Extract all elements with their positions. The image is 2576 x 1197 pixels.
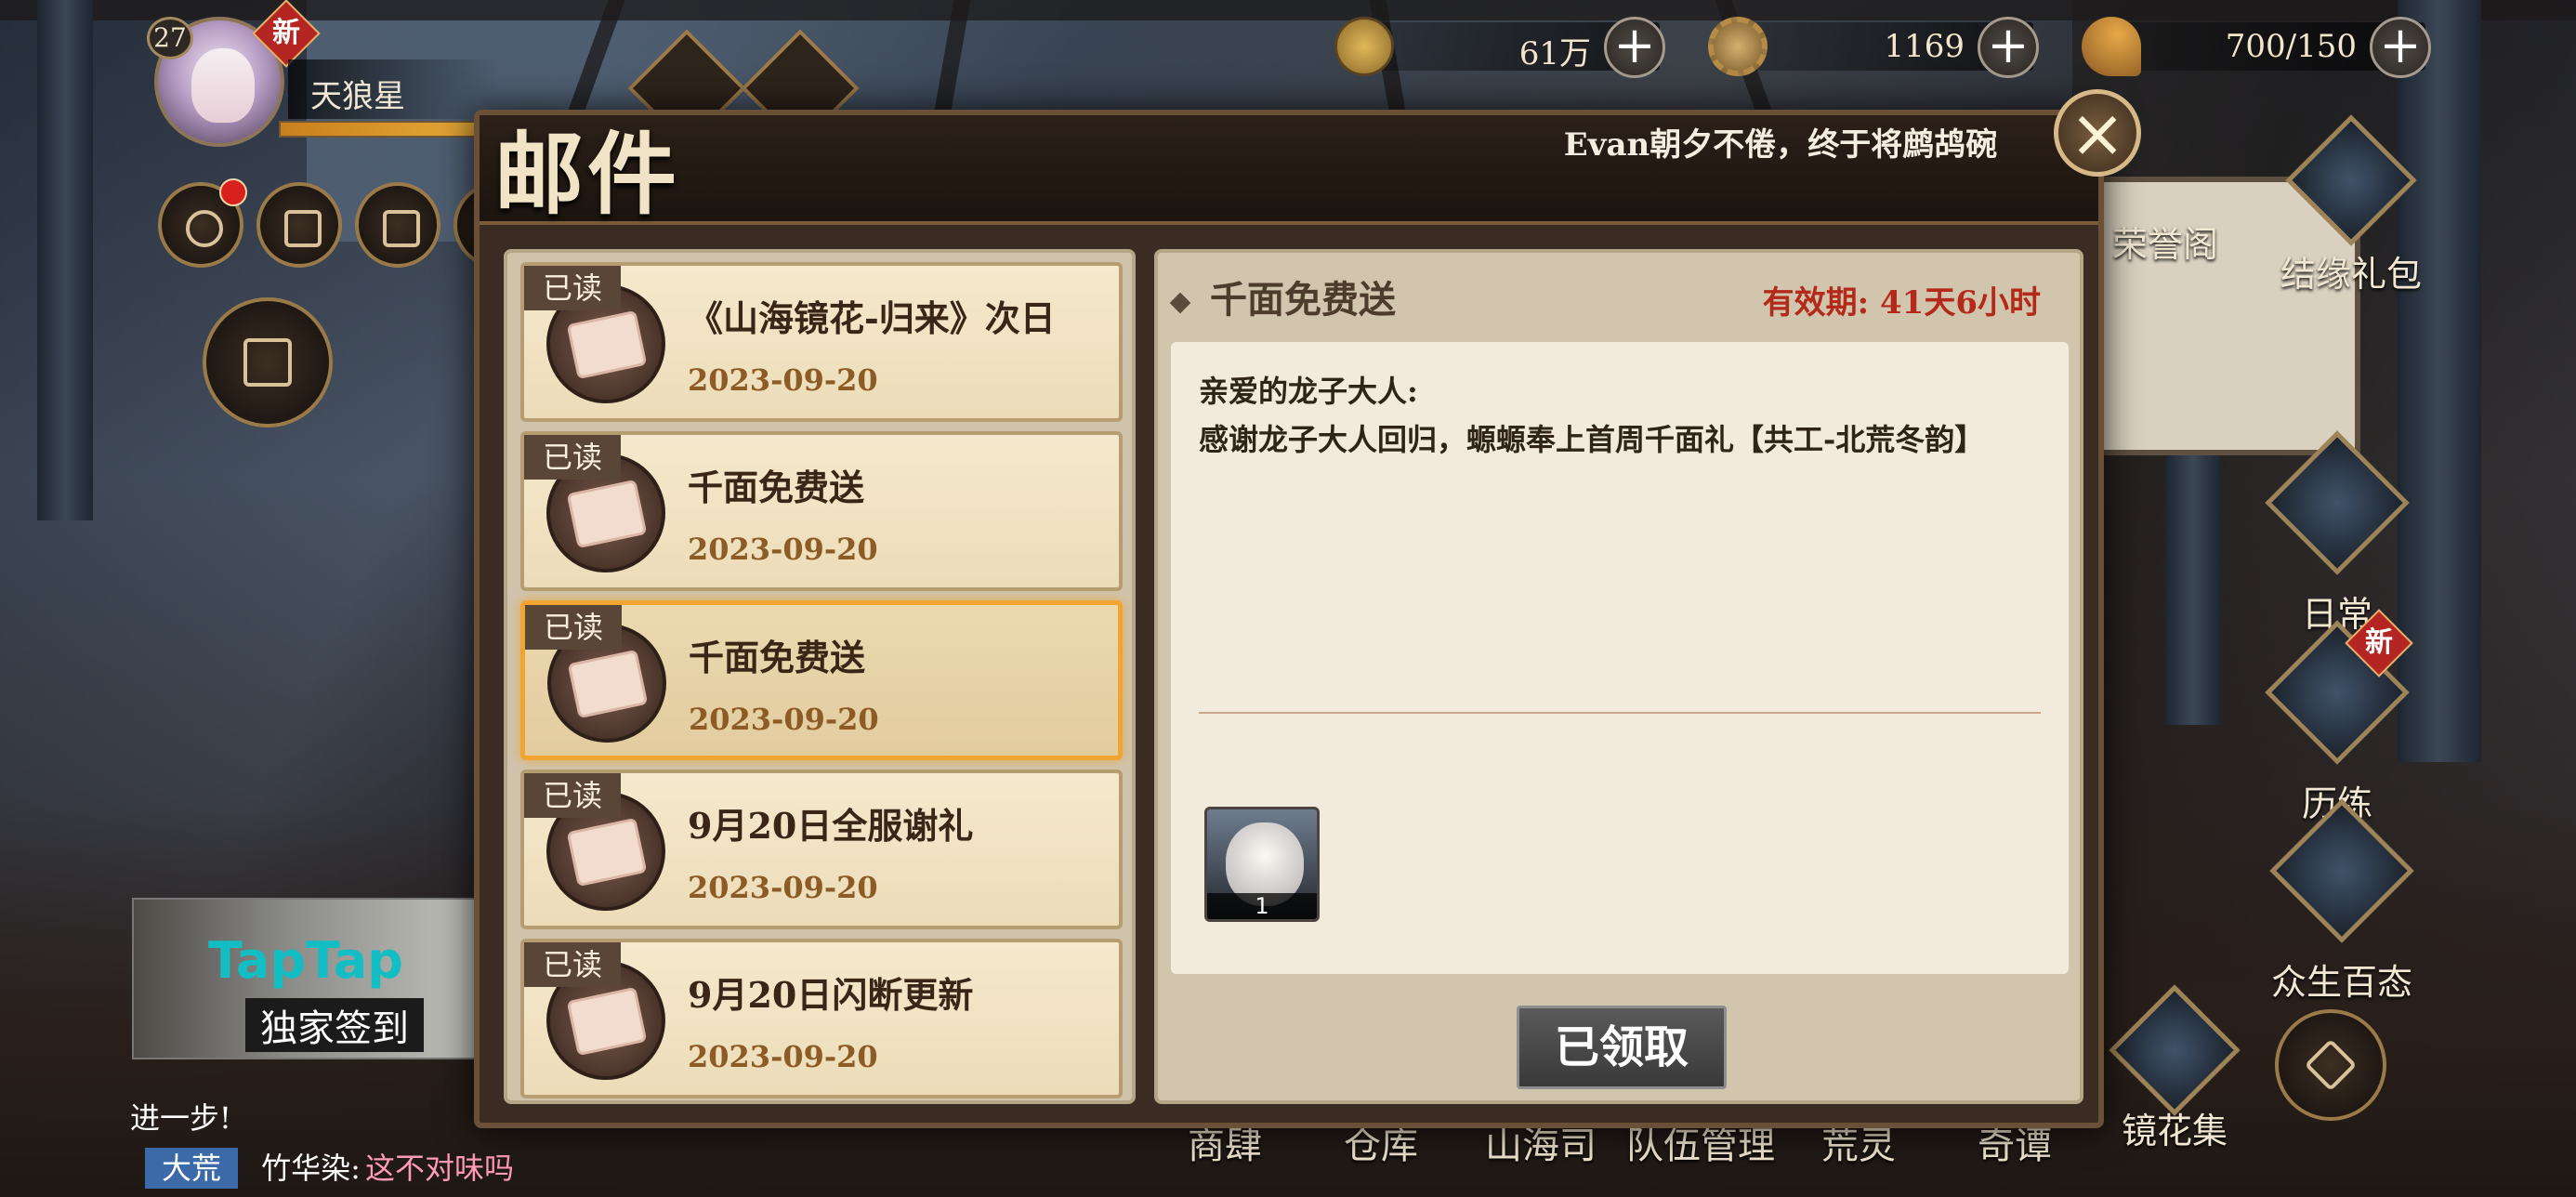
player-level: 27: [147, 17, 193, 59]
grid-icon: [2304, 1038, 2358, 1092]
mail-list-item[interactable]: 已读 9月20日全服谢礼 2023-09-20: [520, 770, 1123, 929]
mail-date: 2023-09-20: [688, 870, 878, 905]
add-copper-button[interactable]: +: [1604, 17, 1665, 78]
mail-list-item[interactable]: 已读 千面免费送 2023-09-20: [520, 431, 1123, 591]
mail-date: 2023-09-20: [688, 362, 878, 398]
read-tag: 已读: [524, 773, 621, 818]
ticker-text: Evan朝夕不倦，终于将鹧鸪碗: [1563, 126, 1998, 164]
mail-subject: 千面免费送: [689, 637, 866, 678]
emblem-icon: [243, 338, 292, 387]
announcement-ticker: Evan朝夕不倦，终于将鹧鸪碗: [851, 115, 1997, 164]
player-name-plate: 天狼星: [288, 59, 502, 119]
mail-subject: 《山海镜花-归来》次日: [688, 297, 1056, 339]
document-icon: [383, 210, 420, 247]
mail-list-item-selected[interactable]: 已读 千面免费送 2023-09-20: [520, 600, 1123, 760]
daily-icon: [2265, 430, 2410, 575]
chat-message: 这不对味吗: [365, 1151, 515, 1186]
mail-detail: 千面免费送 有效期: 41天6小时 亲爱的龙子大人: 感谢龙子大人回归，螈螈奉上…: [1154, 249, 2083, 1104]
player-exp-bar: [279, 121, 493, 138]
cards-icon: [2269, 798, 2414, 943]
taptap-banner[interactable]: TapTap 独家签到: [132, 898, 522, 1059]
claimed-button[interactable]: 已领取: [1517, 1006, 1727, 1089]
resource-gear: 1169 +: [1708, 13, 2061, 80]
gift-pack-icon: [2285, 114, 2417, 246]
side-gift-pack[interactable]: 结缘礼包: [2267, 114, 2435, 296]
chat-line[interactable]: 大荒 竹华染: 这不对味吗: [145, 1145, 515, 1189]
add-gear-button[interactable]: +: [1978, 17, 2039, 78]
mail-title: 邮件: [494, 122, 680, 227]
mirror-flower-icon: [2109, 984, 2241, 1116]
diamond-bullet-icon: [1169, 292, 1191, 314]
mail-subject: 千面免费送: [688, 467, 865, 508]
divider: [1199, 712, 2041, 714]
copper-coin-icon: [1334, 17, 1394, 76]
player-name: 天狼星: [310, 78, 405, 115]
chat-channel-tag: 大荒: [145, 1148, 239, 1189]
friends-icon: [186, 210, 223, 247]
mail-dialog: 邮件 Evan朝夕不倦，终于将鹧鸪碗 × 已读 《山海镜花-归来》次日 2023…: [474, 89, 2141, 1128]
resource-stamina: 700/150 +: [2082, 13, 2453, 80]
mail-content: 感谢龙子大人回归，螈螈奉上首周千面礼【共工-北荒冬韵】: [1199, 422, 1985, 457]
read-tag: 已读: [524, 266, 621, 310]
mail-body[interactable]: 亲爱的龙子大人: 感谢龙子大人回归，螈螈奉上首周千面礼【共工-北荒冬韵】 1: [1171, 342, 2069, 974]
mail-date: 2023-09-20: [689, 702, 879, 737]
mail-greeting: 亲爱的龙子大人:: [1199, 374, 1418, 409]
resource-copper: 61万 +: [1334, 13, 1688, 80]
chat-line: 进一步!: [130, 1100, 231, 1136]
chat-sender: 竹华染:: [261, 1151, 361, 1186]
nav-mirror-flower[interactable]: 镜花集: [2100, 984, 2249, 1153]
mail-list[interactable]: 已读 《山海镜花-归来》次日 2023-09-20 已读 千面免费送 2023-…: [504, 249, 1136, 1104]
close-button[interactable]: ×: [2054, 89, 2141, 177]
reward-item[interactable]: 1: [1204, 807, 1320, 922]
add-stamina-button[interactable]: +: [2370, 17, 2431, 78]
banner-brand: TapTap: [208, 931, 403, 990]
gear-token-icon: [1708, 17, 1768, 76]
notification-dot: [219, 178, 247, 206]
mail-subject: 9月20日闪断更新: [688, 974, 974, 1016]
mail-list-item[interactable]: 已读 《山海镜花-归来》次日 2023-09-20: [520, 262, 1123, 422]
mail-header: 邮件 Evan朝夕不倦，终于将鹧鸪碗: [480, 115, 2098, 227]
event-emblem-button[interactable]: [203, 297, 333, 428]
tasks-button[interactable]: [355, 182, 440, 268]
stamina-icon: [2082, 17, 2141, 76]
mail-subject: 9月20日全服谢礼: [688, 805, 974, 847]
mail-date: 2023-09-20: [688, 1039, 878, 1074]
read-tag: 已读: [524, 435, 621, 480]
expiry-time: 有效期: 41天6小时: [1762, 284, 2041, 322]
read-tag: 已读: [524, 942, 621, 987]
read-tag: 已读: [525, 605, 622, 650]
detail-subject-row: 千面免费送: [1169, 270, 1396, 323]
main-menu-button[interactable]: [2275, 1009, 2386, 1121]
detail-subject: 千面免费送: [1210, 278, 1396, 322]
side-daily[interactable]: 日常: [2265, 430, 2410, 637]
reward-count: 1: [1207, 893, 1317, 919]
banner-text: 独家签到: [245, 998, 424, 1052]
mail-button[interactable]: [256, 182, 342, 268]
mail-icon: [284, 210, 322, 247]
mail-date: 2023-09-20: [688, 532, 878, 567]
mail-list-item[interactable]: 已读 9月20日闪断更新 2023-09-20: [520, 939, 1123, 1098]
close-icon: ×: [2069, 94, 2126, 172]
side-beings[interactable]: 众生百态: [2249, 798, 2435, 1005]
